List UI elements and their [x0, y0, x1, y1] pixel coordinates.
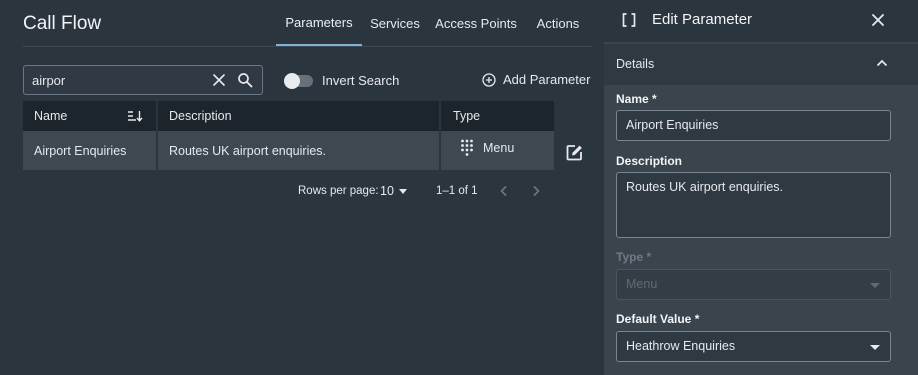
type-select: Menu [616, 269, 891, 300]
pagination-range: 1–1 of 1 [436, 185, 478, 197]
tab-access-points[interactable]: Access Points [428, 0, 524, 46]
panel-title: Edit Parameter [652, 11, 753, 28]
type-label: Type * [616, 250, 652, 264]
invert-search-label: Invert Search [322, 73, 400, 88]
edit-icon[interactable] [566, 144, 583, 161]
table-row[interactable]: Airport Enquiries Routes UK airport enqu… [23, 131, 554, 170]
column-header-description[interactable]: Description [169, 101, 439, 131]
add-parameter-label: Add Parameter [503, 72, 591, 87]
chevron-right-icon[interactable] [531, 185, 541, 197]
caret-down-icon [870, 283, 880, 288]
invert-search-toggle[interactable] [284, 73, 313, 89]
caret-down-icon [870, 345, 880, 350]
brackets-icon [622, 13, 636, 27]
column-divider [156, 101, 158, 131]
default-value-select-value: Heathrow Enquiries [626, 339, 736, 353]
toggle-knob [284, 73, 300, 89]
description-field-value: Routes UK airport enquiries. [626, 180, 784, 194]
column-divider [156, 131, 158, 170]
search-input[interactable] [32, 66, 202, 94]
cell-type: Menu [460, 128, 514, 167]
column-header-type[interactable]: Type [453, 101, 553, 131]
main-content: Call Flow Parameters Services Access Poi… [0, 0, 604, 375]
tabs-divider [23, 46, 592, 47]
table-header: Name Description Type [23, 101, 554, 131]
description-field[interactable]: Routes UK airport enquiries. [616, 172, 891, 238]
clear-icon[interactable] [212, 73, 226, 87]
keypad-icon [461, 139, 473, 156]
panel-header: Edit Parameter [604, 0, 918, 42]
name-field-value: Airport Enquiries [626, 118, 719, 132]
description-label: Description [616, 154, 683, 168]
default-value-label: Default Value * [616, 312, 700, 326]
close-icon[interactable] [872, 14, 884, 26]
rows-per-page-select[interactable]: 10 [380, 184, 407, 198]
add-circle-icon [482, 72, 496, 87]
parameters-table: Name Description Type Airport Enquiries … [23, 101, 554, 170]
chevron-left-icon[interactable] [499, 185, 509, 197]
name-label: Name * [616, 92, 657, 106]
rows-per-page-label: Rows per page: [298, 185, 379, 197]
cell-type-label: Menu [483, 140, 515, 155]
tab-services[interactable]: Services [362, 0, 428, 46]
type-select-value: Menu [626, 277, 658, 291]
sort-icon[interactable] [127, 110, 143, 122]
column-divider [439, 101, 441, 131]
cell-name: Airport Enquiries [34, 143, 127, 158]
caret-down-icon [398, 188, 407, 194]
page-title: Call Flow [23, 13, 102, 34]
tab-actions[interactable]: Actions [524, 0, 592, 46]
edit-parameter-panel: Edit Parameter Details Name * Airport En… [604, 0, 918, 375]
search-box [23, 65, 263, 95]
chevron-up-icon[interactable] [876, 59, 888, 67]
search-icon[interactable] [237, 72, 253, 88]
tab-parameters[interactable]: Parameters [276, 0, 362, 46]
name-field[interactable]: Airport Enquiries [616, 110, 891, 141]
section-title: Details [616, 57, 655, 71]
tab-bar: Parameters Services Access Points Action… [276, 0, 592, 46]
default-value-select[interactable]: Heathrow Enquiries [616, 331, 891, 362]
add-parameter-button[interactable]: Add Parameter [482, 72, 590, 87]
column-divider [439, 131, 441, 170]
details-section-header[interactable]: Details [604, 44, 918, 85]
cell-description: Routes UK airport enquiries. [169, 143, 327, 158]
rows-per-page-value: 10 [380, 184, 394, 198]
